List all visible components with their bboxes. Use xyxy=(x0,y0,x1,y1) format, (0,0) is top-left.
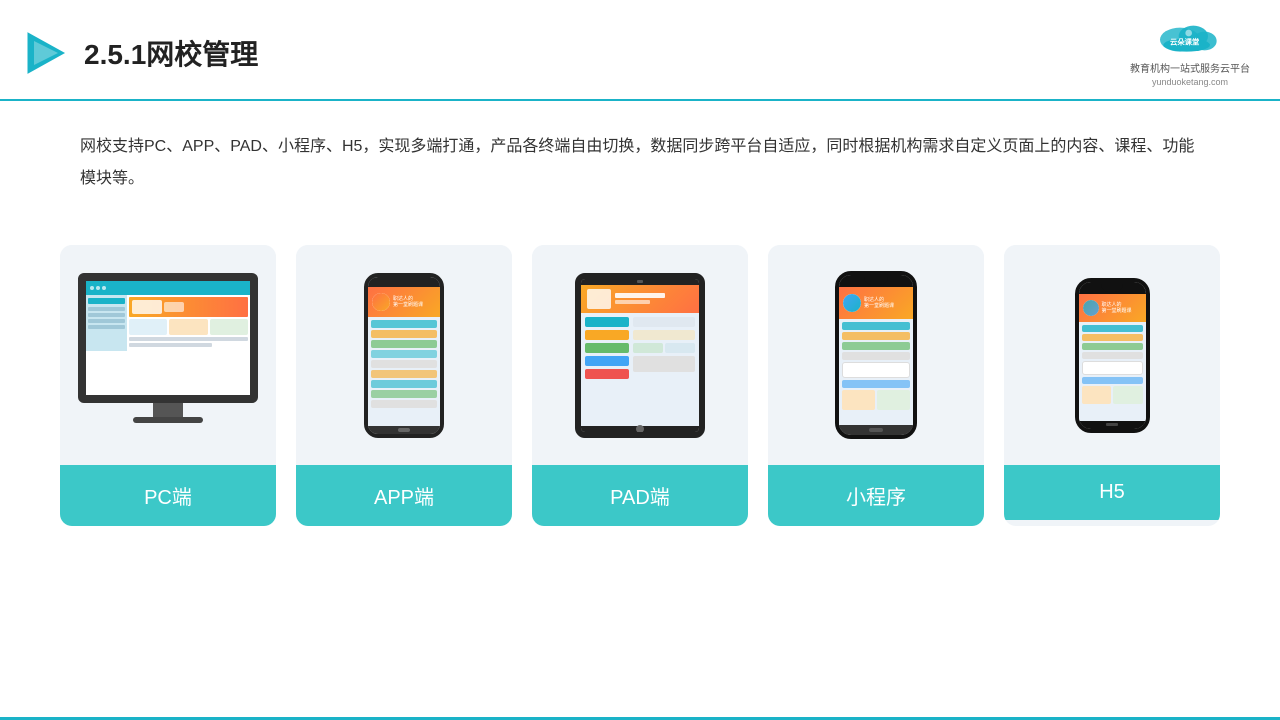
header: 2.5.1网校管理 云朵课堂 教育机构一站式服务云平台 yunduoketang… xyxy=(0,0,1280,101)
brand-logo: 云朵课堂 xyxy=(1150,18,1230,58)
svg-text:云朵课堂: 云朵课堂 xyxy=(1170,37,1200,46)
logo-url: yunduoketang.com xyxy=(1152,77,1228,87)
card-app: 职达人的第一堂刷题课 xyxy=(296,245,512,526)
description-text: 网校支持PC、APP、PAD、小程序、H5，实现多端打通，产品各终端自由切换，数… xyxy=(0,101,1280,205)
miniprogram-mockup: 职达人的第一堂刷题课 xyxy=(835,271,917,439)
card-pad-image xyxy=(532,245,748,465)
pad-mockup xyxy=(575,273,705,438)
pc-mockup xyxy=(78,273,258,438)
card-h5: 职达人的第一堂刷题课 xyxy=(1004,245,1220,526)
card-h5-image: 职达人的第一堂刷题课 xyxy=(1004,245,1220,465)
card-pc-image xyxy=(60,245,276,465)
card-app-label: APP端 xyxy=(296,465,512,526)
header-left: 2.5.1网校管理 xyxy=(20,29,258,77)
card-pad-label: PAD端 xyxy=(532,465,748,526)
card-h5-label: H5 xyxy=(1004,465,1220,520)
card-app-image: 职达人的第一堂刷题课 xyxy=(296,245,512,465)
card-pc-label: PC端 xyxy=(60,465,276,526)
app-mockup: 职达人的第一堂刷题课 xyxy=(364,273,444,438)
play-icon xyxy=(20,29,68,77)
card-miniprogram-label: 小程序 xyxy=(768,465,984,526)
card-pc: PC端 xyxy=(60,245,276,526)
page-title: 2.5.1网校管理 xyxy=(84,33,258,73)
logo-tagline: 教育机构一站式服务云平台 xyxy=(1130,60,1250,75)
card-pad: PAD端 xyxy=(532,245,748,526)
logo-area: 云朵课堂 教育机构一站式服务云平台 yunduoketang.com xyxy=(1130,18,1250,87)
cards-container: PC端 职达人的第一堂刷题课 xyxy=(0,215,1280,546)
card-miniprogram: 职达人的第一堂刷题课 xyxy=(768,245,984,526)
card-miniprogram-image: 职达人的第一堂刷题课 xyxy=(768,245,984,465)
h5-mockup: 职达人的第一堂刷题课 xyxy=(1075,278,1150,433)
description-content: 网校支持PC、APP、PAD、小程序、H5，实现多端打通，产品各终端自由切换，数… xyxy=(80,138,1194,187)
